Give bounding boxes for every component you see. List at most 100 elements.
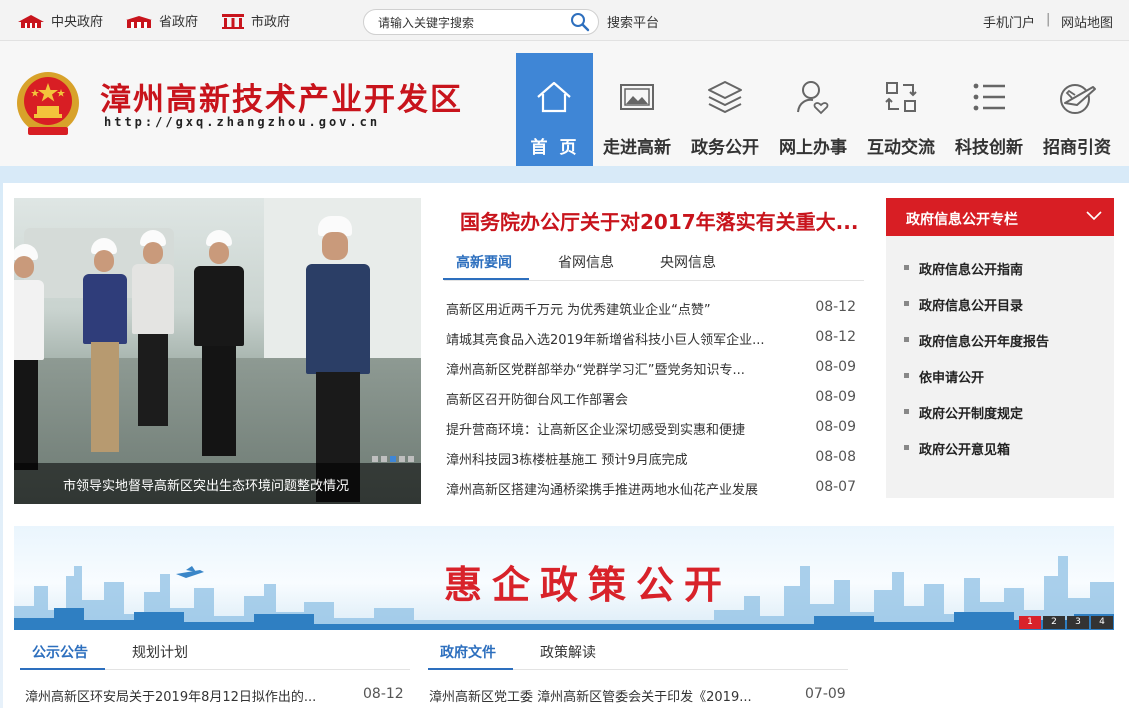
gov-info-item[interactable]: 政府公开制度规定 (904, 403, 1049, 439)
gov-info-item[interactable]: 政府公开意见箱 (904, 439, 1049, 475)
nav-gov-affairs[interactable]: 政务公开 (681, 53, 769, 166)
news-list: 高新区用近两千万元 为优秀建筑业企业“点赞” 08-12 靖城其亮食品入选2019… (446, 297, 856, 507)
nav-interaction-label: 互动交流 (867, 138, 935, 158)
list-item[interactable]: 漳州高新区搭建沟通桥梁携手推进两地水仙花产业发展 08-07 (446, 477, 856, 507)
tab-policy-interpretation[interactable]: 政策解读 (540, 642, 596, 662)
slider-dot[interactable] (372, 456, 378, 462)
tab-notices[interactable]: 公示公告 (32, 642, 88, 662)
banner-page-button[interactable]: 2 (1043, 616, 1065, 629)
nav-interaction[interactable]: 互动交流 (857, 53, 945, 166)
layers-icon (708, 81, 742, 113)
tab-gov-documents[interactable]: 政府文件 (440, 642, 496, 662)
list-item[interactable]: 提升营商环境：让高新区企业深切感受到实惠和便捷 08-09 (446, 417, 856, 447)
gov-info-item[interactable]: 政府信息公开目录 (904, 295, 1049, 331)
news-title: 漳州科技园3栋楼桩基施工 预计9月底完成 (446, 453, 688, 468)
national-emblem-icon (17, 72, 79, 135)
list-item[interactable]: 高新区用近两千万元 为优秀建筑业企业“点赞” 08-12 (446, 297, 856, 327)
news-date: 08-09 (815, 419, 856, 435)
news-date: 08-12 (815, 329, 856, 345)
slider-dot[interactable] (381, 456, 387, 462)
gov-info-header[interactable]: 政府信息公开专栏 (886, 198, 1114, 236)
document-date: 07-09 (805, 686, 846, 702)
search-platform-link[interactable]: 搜索平台 (607, 12, 659, 31)
slider-caption[interactable]: 市领导实地督导高新区突出生态环境问题整改情况 (14, 463, 421, 504)
nav-home[interactable]: 首页 (516, 53, 593, 166)
building-icon (18, 14, 44, 28)
central-gov-link[interactable]: 中央政府 (17, 11, 103, 30)
news-tabs: 高新要闻 省网信息 央网信息 (444, 240, 864, 281)
document-item[interactable]: 漳州高新区党工委 漳州高新区管委会关于印发《2019... (429, 686, 774, 705)
sitemap-link[interactable]: 网站地图 (1061, 12, 1113, 31)
photo-slider[interactable] (14, 198, 421, 504)
exchange-icon (885, 82, 917, 112)
policy-banner[interactable]: 惠企政策公开 (14, 526, 1114, 630)
headline-link[interactable]: 国务院办公厅关于对2017年落实有关重大... (460, 206, 858, 235)
news-date: 08-09 (815, 359, 856, 375)
notice-tabs: 公示公告 规划计划 (20, 630, 410, 670)
slider-caption-text: 市领导实地督导高新区突出生态环境问题整改情况 (63, 479, 350, 494)
building-icon (222, 13, 244, 29)
nav-gov-affairs-label: 政务公开 (691, 138, 759, 158)
news-title: 高新区召开防御台风工作部署会 (446, 393, 629, 408)
banner-pager: 1 2 3 4 (1019, 616, 1113, 629)
list-icon (973, 83, 1005, 111)
news-date: 08-09 (815, 389, 856, 405)
active-tab-indicator (20, 668, 105, 670)
building-icon (126, 15, 152, 28)
search-input[interactable] (376, 13, 566, 33)
active-tab-indicator (428, 668, 513, 670)
news-date: 08-07 (815, 479, 856, 495)
list-item[interactable]: 高新区召开防御台风工作部署会 08-09 (446, 387, 856, 417)
tab-plans[interactable]: 规划计划 (132, 642, 188, 662)
main-nav: 首页 走进高新 政务公开 网上办事 互动交流 科技创新 招商引资 (516, 53, 1121, 166)
divider: | (1046, 12, 1051, 27)
home-icon (537, 81, 571, 113)
gov-info-item[interactable]: 依申请公开 (904, 367, 1049, 403)
news-title: 提升营商环境：让高新区企业深切感受到实惠和便捷 (446, 423, 746, 438)
list-item[interactable]: 漳州科技园3栋楼桩基施工 预计9月底完成 08-08 (446, 447, 856, 477)
nav-about[interactable]: 走进高新 (593, 53, 681, 166)
news-date: 08-12 (815, 299, 856, 315)
search-icon[interactable] (570, 12, 590, 32)
nav-innovation-label: 科技创新 (955, 138, 1023, 158)
slider-dot[interactable] (399, 456, 405, 462)
image-icon (620, 84, 654, 110)
chevron-down-icon (1086, 211, 1102, 221)
list-item[interactable]: 漳州高新区党群部举办“党群学习汇”暨党务知识专... 08-09 (446, 357, 856, 387)
mobile-portal-link[interactable]: 手机门户 (983, 12, 1035, 31)
gov-info-item[interactable]: 政府信息公开年度报告 (904, 331, 1049, 367)
gov-info-list: 政府信息公开指南 政府信息公开目录 政府信息公开年度报告 依申请公开 政府公开制… (904, 259, 1049, 475)
tab-central-info[interactable]: 央网信息 (660, 252, 716, 272)
banner-page-button[interactable]: 4 (1091, 616, 1113, 629)
news-title: 漳州高新区搭建沟通桥梁携手推进两地水仙花产业发展 (446, 483, 759, 498)
central-gov-label: 中央政府 (51, 15, 104, 30)
site-title: 漳州高新技术产业开发区 (100, 82, 463, 118)
banner-page-button[interactable]: 1 (1019, 616, 1041, 629)
documents-tabs: 政府文件 政策解读 (428, 630, 848, 670)
city-gov-label: 市政府 (251, 15, 291, 30)
nav-investment[interactable]: 招商引资 (1033, 53, 1121, 166)
nav-online-service[interactable]: 网上办事 (769, 53, 857, 166)
province-gov-link[interactable]: 省政府 (125, 11, 198, 30)
nav-about-label: 走进高新 (603, 138, 671, 158)
tab-province-info[interactable]: 省网信息 (558, 252, 614, 272)
province-gov-label: 省政府 (159, 15, 199, 30)
banner-page-button[interactable]: 3 (1067, 616, 1089, 629)
nav-home-label: 首页 (530, 138, 589, 158)
news-title: 靖城其亮食品入选2019年新增省科技小巨人领军企业... (446, 333, 765, 348)
news-title: 漳州高新区党群部举办“党群学习汇”暨党务知识专... (446, 363, 745, 378)
news-title: 高新区用近两千万元 为优秀建筑业企业“点赞” (446, 303, 711, 318)
nav-innovation[interactable]: 科技创新 (945, 53, 1033, 166)
slider-dots (372, 456, 414, 462)
banner-title: 惠企政策公开 (444, 562, 733, 607)
gov-info-item[interactable]: 政府信息公开指南 (904, 259, 1049, 295)
notice-date: 08-12 (363, 686, 404, 702)
site-url: http://gxq.zhangzhou.gov.cn (104, 115, 381, 129)
notice-item[interactable]: 漳州高新区环安局关于2019年8月12日拟作出的... (25, 686, 335, 705)
active-tab-indicator (443, 278, 529, 280)
slider-dot-active[interactable] (390, 456, 396, 462)
city-gov-link[interactable]: 市政府 (221, 11, 290, 30)
tab-gaoxin-news[interactable]: 高新要闻 (456, 252, 512, 272)
list-item[interactable]: 靖城其亮食品入选2019年新增省科技小巨人领军企业... 08-12 (446, 327, 856, 357)
slider-dot[interactable] (408, 456, 414, 462)
